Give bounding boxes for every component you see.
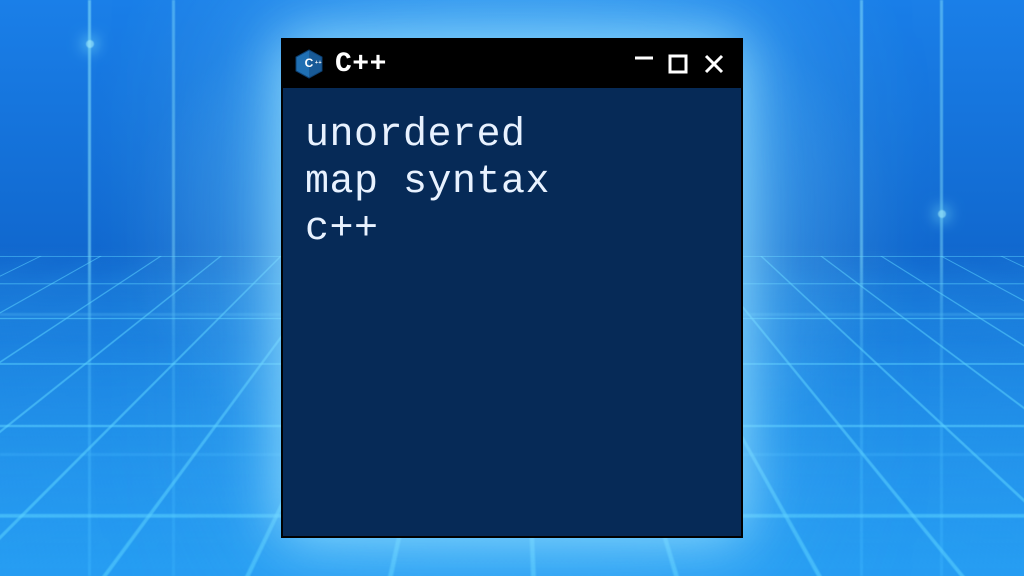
close-icon: [703, 53, 725, 75]
window-title: C++: [335, 49, 387, 80]
close-button[interactable]: [703, 53, 729, 75]
cpp-logo-icon: C + +: [293, 48, 325, 80]
maximize-icon: [667, 53, 689, 75]
titlebar[interactable]: C + + C++: [283, 40, 741, 88]
terminal-body: unordered map syntax c++: [283, 88, 741, 536]
window-controls: [631, 50, 729, 78]
svg-text:C: C: [305, 56, 314, 70]
terminal-window-glow: C + + C++: [281, 38, 743, 538]
svg-text:+: +: [315, 60, 318, 66]
maximize-button[interactable]: [667, 53, 693, 75]
terminal-window: C + + C++: [281, 38, 743, 538]
minimize-icon: [633, 45, 655, 67]
svg-text:+: +: [318, 60, 321, 66]
minimize-button[interactable]: [631, 45, 657, 73]
